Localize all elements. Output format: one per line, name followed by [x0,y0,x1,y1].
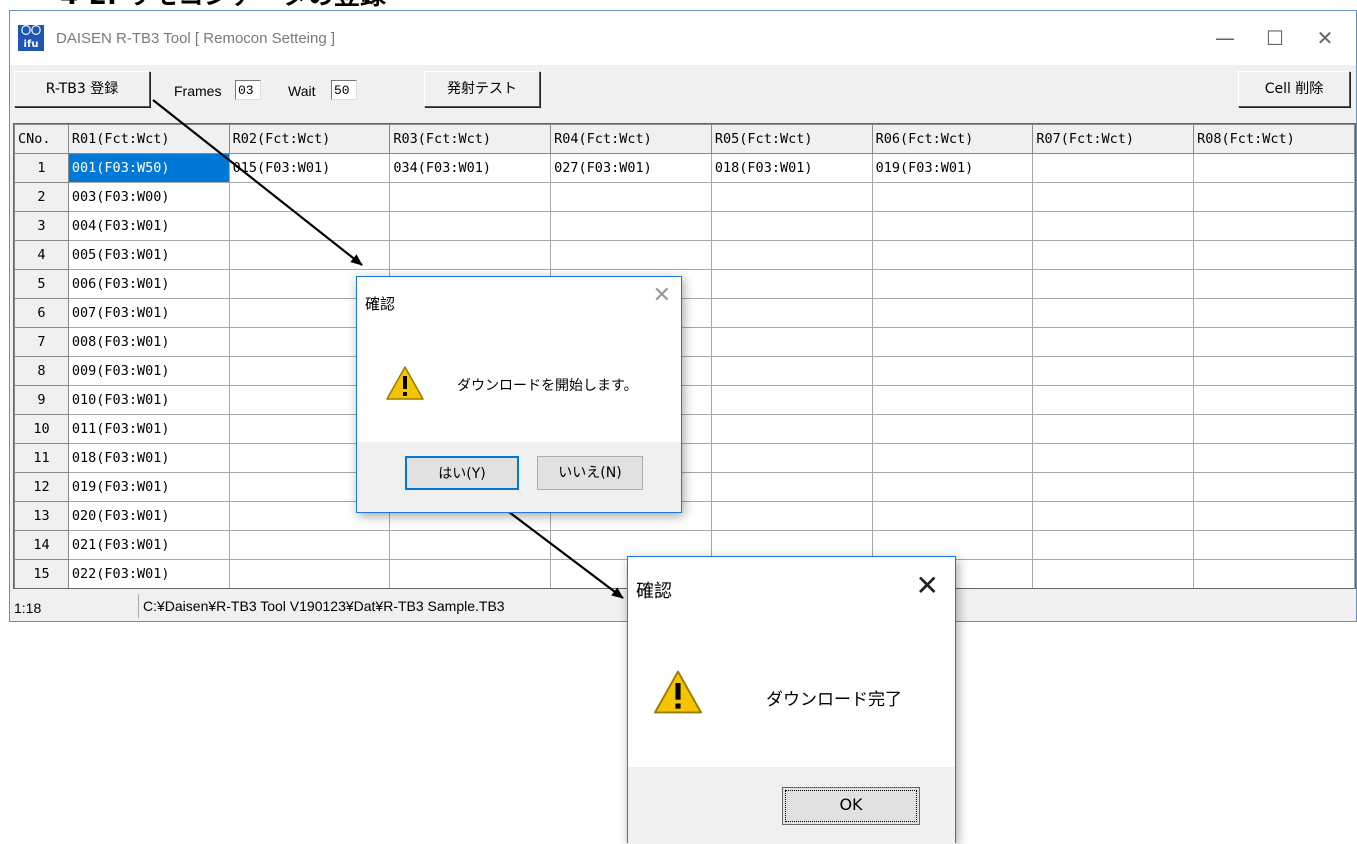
download-complete-dialog: 確認 ✕ ダウンロード完了 OK [627,556,956,844]
arrow-to-done-dialog [496,502,624,599]
confirm-dialog-message: ダウンロードを開始します。 [457,378,638,394]
arrow-to-confirm-dialog [152,99,363,266]
yes-button[interactable]: はい(Y) [405,456,519,490]
close-icon[interactable]: ✕ [916,569,939,602]
warning-icon [386,366,424,400]
warning-icon [654,670,702,714]
close-icon[interactable]: ✕ [653,283,671,308]
confirm-dialog-title: 確認 [365,295,396,313]
confirm-dialog: 確認 ✕ ダウンロードを開始します。 はい(Y) いいえ(N) [356,276,682,513]
complete-dialog-footer: OK [628,767,955,844]
ok-button[interactable]: OK [782,787,920,825]
complete-dialog-title: 確認 [636,581,672,602]
complete-dialog-message: ダウンロード完了 [766,690,902,710]
no-button[interactable]: いいえ(N) [537,456,643,490]
confirm-dialog-footer: はい(Y) いいえ(N) [357,442,681,512]
